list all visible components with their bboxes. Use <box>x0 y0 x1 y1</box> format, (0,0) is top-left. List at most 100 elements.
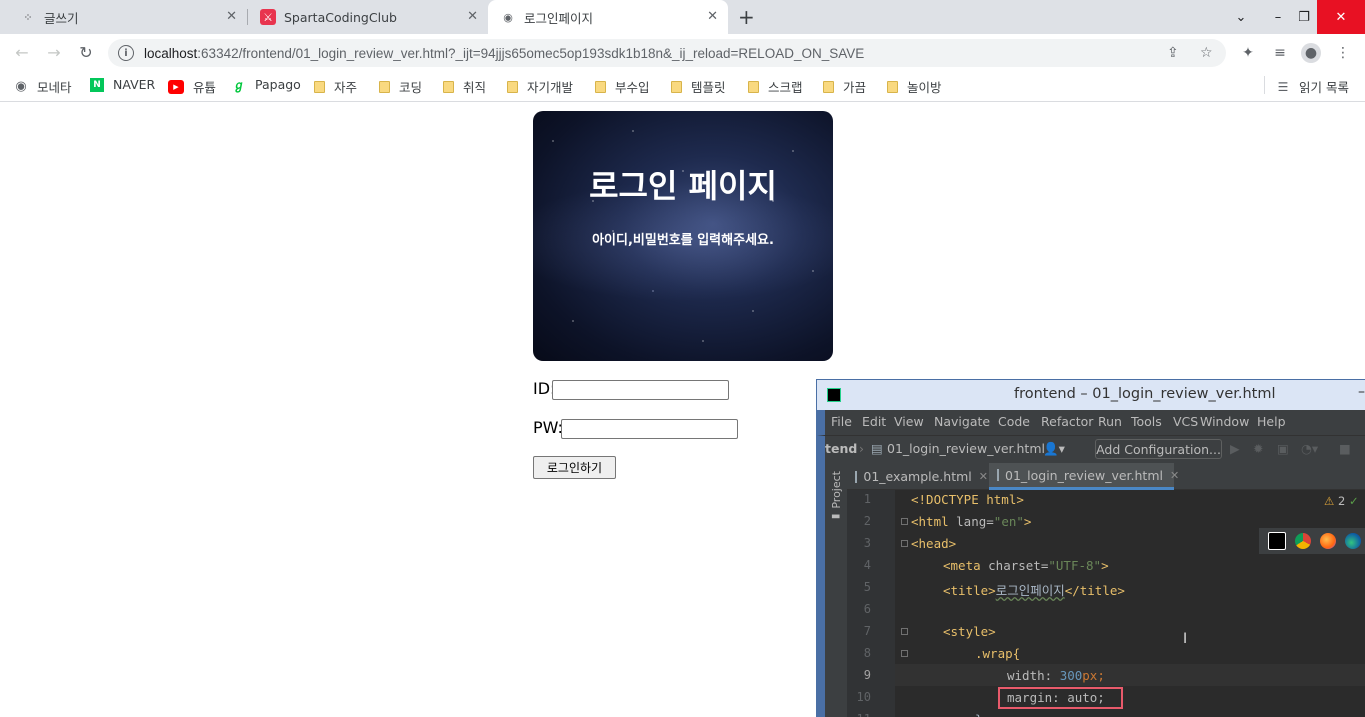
pw-label: PW: <box>533 418 563 437</box>
bookmark-naver[interactable]: N NAVER <box>90 77 155 92</box>
add-configuration-button[interactable]: Add Configuration... <box>1095 439 1222 459</box>
bookmark-folder[interactable]: 스크랩 <box>748 77 803 96</box>
line-number: 11 <box>847 712 871 717</box>
folder-icon[interactable]: ▬ <box>831 511 840 522</box>
bookmark-folder[interactable]: 취직 <box>443 77 486 96</box>
pycharm-browser-icon[interactable] <box>1268 532 1286 550</box>
forward-button[interactable]: → <box>43 41 65 63</box>
bookmark-moneta[interactable]: ◉ 모네타 <box>14 77 71 96</box>
globe-icon: ◉ <box>503 10 513 24</box>
bookmark-folder[interactable]: 템플릿 <box>671 77 726 96</box>
html-file-icon <box>855 470 858 483</box>
user-icon[interactable]: 👤▾ <box>1043 441 1065 457</box>
menu-edit[interactable]: Edit <box>862 414 886 429</box>
menu-run[interactable]: Run <box>1098 414 1122 429</box>
back-button[interactable]: ← <box>11 41 33 63</box>
browser-tab-strip: ⁘ 글쓰기 ✕ ⚔ SpartaCodingClub ✕ ◉ 로그인페이지 ✕ … <box>0 0 1365 34</box>
menu-file[interactable]: File <box>831 414 852 429</box>
pw-input[interactable] <box>561 419 738 439</box>
warning-icon: ⚠ <box>1324 494 1335 508</box>
editor-tab-login-review[interactable]: 01_login_review_ver.html ✕ <box>989 463 1179 490</box>
project-tool-tab[interactable]: Project <box>830 471 843 509</box>
inspection-warning[interactable]: ⚠ 2 ✓ <box>1324 494 1359 508</box>
media-queue-icon[interactable]: ≡ <box>1270 43 1290 63</box>
bookmark-folder[interactable]: 코딩 <box>379 77 422 96</box>
check-icon: ✓ <box>1348 494 1359 508</box>
star-icon[interactable]: ☆ <box>1200 45 1213 61</box>
reading-list[interactable]: ☰ 읽기 목록 <box>1276 77 1349 96</box>
share-icon[interactable]: ⇪ <box>1167 45 1179 61</box>
chevron-down-icon[interactable]: ⌄ <box>1226 0 1256 34</box>
menu-tools[interactable]: Tools <box>1131 414 1162 429</box>
extensions-icon[interactable]: ✦ <box>1238 43 1258 63</box>
breadcrumb-project[interactable]: tend <box>825 441 857 456</box>
line-number: 8 <box>863 646 871 660</box>
run-icon[interactable]: ▶ <box>1230 441 1240 456</box>
url-text: localhost:63342/frontend/01_login_review… <box>144 45 865 61</box>
bookmark-folder[interactable]: 자주 <box>314 77 357 96</box>
firefox-icon[interactable] <box>1320 533 1336 549</box>
new-tab-button[interactable]: + <box>738 5 755 29</box>
code-editor[interactable]: <!DOCTYPE html> <html lang="en"> <head> … <box>895 490 1365 717</box>
minimize-button[interactable]: – <box>1265 0 1291 34</box>
bookmarks-bar: ◉ 모네타 N NAVER ▶ 유튭 ℊ Papago 자주 코딩 취직 자기개… <box>0 70 1365 102</box>
sparta-icon: ⚔ <box>260 9 276 25</box>
restore-button[interactable]: ❐ <box>1291 0 1317 34</box>
highlight-annotation-box <box>998 687 1123 709</box>
tab-spartacodingclub[interactable]: ⚔ SpartaCodingClub ✕ <box>248 0 488 34</box>
chrome-icon[interactable] <box>1295 533 1311 549</box>
profile-avatar[interactable]: ● <box>1301 43 1321 63</box>
minimize-icon[interactable]: – <box>1358 384 1365 400</box>
profile-icon[interactable]: ◔▾ <box>1301 441 1318 456</box>
info-icon[interactable]: i <box>118 45 134 61</box>
editor-tab-example[interactable]: 01_example.html ✕ <box>847 463 988 490</box>
menu-view[interactable]: View <box>894 414 924 429</box>
bookmark-youtube[interactable]: ▶ 유튭 <box>168 77 216 96</box>
ide-menu-bar: File Edit View Navigate Code Refactor Ru… <box>817 410 1365 435</box>
menu-code[interactable]: Code <box>998 414 1030 429</box>
coverage-icon[interactable]: ▣ <box>1277 441 1289 456</box>
code-line: width: 300px; <box>1007 668 1105 683</box>
code-line: <head> <box>911 536 957 551</box>
debug-icon[interactable]: ✹ <box>1253 441 1263 456</box>
bookmark-folder[interactable]: 놀이방 <box>887 77 942 96</box>
bookmark-folder[interactable]: 자기개발 <box>507 77 573 96</box>
id-input[interactable] <box>552 380 729 400</box>
menu-icon[interactable]: ⋮ <box>1333 43 1353 63</box>
bookmark-papago[interactable]: ℊ Papago <box>232 77 301 92</box>
code-line: } <box>975 712 983 717</box>
ide-navigation-bar: tend › ▤ 01_login_review_ver.html 👤▾ Add… <box>817 435 1365 463</box>
folder-icon <box>443 80 454 93</box>
tab-login-page[interactable]: ◉ 로그인페이지 ✕ <box>488 0 728 34</box>
close-icon[interactable]: ✕ <box>467 9 478 24</box>
menu-refactor[interactable]: Refactor <box>1041 414 1093 429</box>
hero-subtitle: 아이디,비밀번호를 입력해주세요. <box>592 233 774 248</box>
dots-icon: ⁘ <box>23 10 33 24</box>
tab-write[interactable]: ⁘ 글쓰기 ✕ <box>0 0 247 34</box>
tab-title: SpartaCodingClub <box>284 9 397 25</box>
address-bar[interactable]: i localhost:63342/frontend/01_login_revi… <box>108 39 1226 67</box>
close-icon[interactable]: ✕ <box>707 9 718 24</box>
menu-window[interactable]: Window <box>1200 414 1249 429</box>
breadcrumb-file[interactable]: 01_login_review_ver.html <box>887 441 1045 456</box>
bookmark-folder[interactable]: 부수입 <box>595 77 650 96</box>
bookmark-folder[interactable]: 가끔 <box>823 77 866 96</box>
tab-title: 로그인페이지 <box>524 10 594 26</box>
close-icon[interactable]: ✕ <box>226 9 237 24</box>
menu-vcs[interactable]: VCS <box>1173 414 1198 429</box>
tab-title: 글쓰기 <box>44 10 79 26</box>
close-window-button[interactable]: ✕ <box>1317 0 1365 34</box>
reload-button[interactable]: ↻ <box>75 41 97 63</box>
line-number: 3 <box>863 536 871 550</box>
edge-icon[interactable] <box>1345 533 1361 549</box>
menu-navigate[interactable]: Navigate <box>934 414 990 429</box>
stop-icon[interactable]: ■ <box>1339 441 1351 456</box>
close-icon[interactable]: ✕ <box>979 470 988 483</box>
line-number: 4 <box>863 558 871 572</box>
youtube-icon: ▶ <box>168 79 184 94</box>
menu-help[interactable]: Help <box>1257 414 1286 429</box>
folder-icon <box>595 80 606 93</box>
line-number-gutter: 1 2 3 4 5 6 7 8 9 10 11 <box>847 490 908 717</box>
login-button[interactable]: 로그인하기 <box>533 456 616 479</box>
close-icon[interactable]: ✕ <box>1170 469 1179 482</box>
